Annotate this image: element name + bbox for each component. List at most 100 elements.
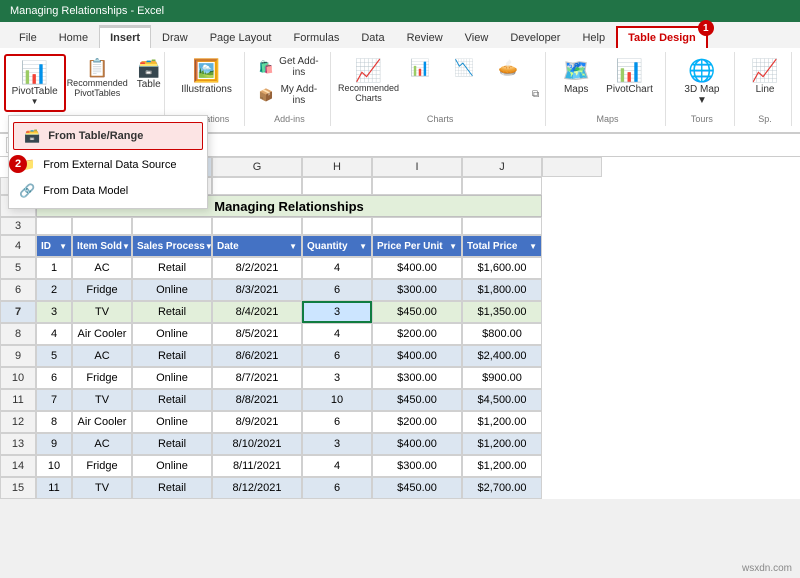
tab-table-design[interactable]: Table Design 1 (616, 26, 708, 48)
tab-page-layout[interactable]: Page Layout (199, 27, 283, 48)
cell-6-ppu[interactable]: $300.00 (372, 279, 462, 301)
dropdown-item-from-table[interactable]: 🗃️ From Table/Range (13, 122, 203, 150)
ppu-dropdown-arrow[interactable]: ▼ (449, 242, 457, 251)
cell-12-date[interactable]: 8/9/2021 (212, 411, 302, 433)
cell-6-tp[interactable]: $1,800.00 (462, 279, 542, 301)
table-header-tp[interactable]: Total Price ▼ (462, 235, 542, 257)
cell-5-qty[interactable]: 4 (302, 257, 372, 279)
tab-insert[interactable]: Insert (99, 25, 151, 48)
cell-13-ppu[interactable]: $400.00 (372, 433, 462, 455)
date-dropdown-arrow[interactable]: ▼ (289, 242, 297, 251)
cell-7-sales[interactable]: Retail (132, 301, 212, 323)
table-header-date[interactable]: Date ▼ (212, 235, 302, 257)
cell-11-ppu[interactable]: $450.00 (372, 389, 462, 411)
pivottable-button[interactable]: 📊 PivotTable ▼ (4, 54, 66, 112)
cell-j3[interactable] (462, 217, 542, 235)
cell-12-item[interactable]: Air Cooler (72, 411, 132, 433)
table-button[interactable]: 🗃️ Table (129, 54, 169, 94)
tab-help[interactable]: Help (571, 27, 616, 48)
table-header-item[interactable]: Item Sold ▼ (72, 235, 132, 257)
cell-5-date[interactable]: 8/2/2021 (212, 257, 302, 279)
item-dropdown-arrow[interactable]: ▼ (122, 242, 130, 251)
cell-15-ppu[interactable]: $450.00 (372, 477, 462, 499)
cell-8-id[interactable]: 4 (36, 323, 72, 345)
tab-home[interactable]: Home (48, 27, 99, 48)
cell-5-sales[interactable]: Retail (132, 257, 212, 279)
cell-7-item[interactable]: TV (72, 301, 132, 323)
cell-13-date[interactable]: 8/10/2021 (212, 433, 302, 455)
cell-5-item[interactable]: AC (72, 257, 132, 279)
cell-13-qty[interactable]: 3 (302, 433, 372, 455)
cell-g1[interactable] (212, 177, 302, 195)
cell-12-sales[interactable]: Online (132, 411, 212, 433)
cell-14-ppu[interactable]: $300.00 (372, 455, 462, 477)
my-addins-button[interactable]: 📦 My Add-ins (255, 82, 324, 108)
cell-11-item[interactable]: TV (72, 389, 132, 411)
maps-button[interactable]: 🗺️ Maps (556, 54, 596, 99)
tab-developer[interactable]: Developer (499, 27, 571, 48)
cell-8-qty[interactable]: 4 (302, 323, 372, 345)
cell-h3[interactable] (302, 217, 372, 235)
table-header-ppu[interactable]: Price Per Unit ▼ (372, 235, 462, 257)
tab-draw[interactable]: Draw (151, 27, 199, 48)
tab-formulas[interactable]: Formulas (283, 27, 351, 48)
cell-10-id[interactable]: 6 (36, 367, 72, 389)
cell-15-qty[interactable]: 6 (302, 477, 372, 499)
cell-j1[interactable] (462, 177, 542, 195)
cell-11-id[interactable]: 7 (36, 389, 72, 411)
cell-7-date[interactable]: 8/4/2021 (212, 301, 302, 323)
cell-10-ppu[interactable]: $300.00 (372, 367, 462, 389)
cell-5-tp[interactable]: $1,600.00 (462, 257, 542, 279)
cell-9-id[interactable]: 5 (36, 345, 72, 367)
table-header-id[interactable]: ID ▼ (36, 235, 72, 257)
tab-file[interactable]: File (8, 27, 48, 48)
cell-14-item[interactable]: Fridge (72, 455, 132, 477)
cell-8-tp[interactable]: $800.00 (462, 323, 542, 345)
cell-e3[interactable] (72, 217, 132, 235)
cell-10-tp[interactable]: $900.00 (462, 367, 542, 389)
cell-13-tp[interactable]: $1,200.00 (462, 433, 542, 455)
cell-15-id[interactable]: 11 (36, 477, 72, 499)
cell-6-date[interactable]: 8/3/2021 (212, 279, 302, 301)
cell-g3[interactable] (212, 217, 302, 235)
id-dropdown-arrow[interactable]: ▼ (59, 242, 67, 251)
cell-7-ppu[interactable]: $450.00 (372, 301, 462, 323)
cell-9-qty[interactable]: 6 (302, 345, 372, 367)
cell-6-id[interactable]: 2 (36, 279, 72, 301)
threed-map-button[interactable]: 🌐 3D Map ▼ (676, 54, 728, 110)
cell-14-date[interactable]: 8/11/2021 (212, 455, 302, 477)
cell-12-ppu[interactable]: $200.00 (372, 411, 462, 433)
table-header-sales[interactable]: Sales Process ▼ (132, 235, 212, 257)
tab-data[interactable]: Data (350, 27, 395, 48)
cell-7-tp[interactable]: $1,350.00 (462, 301, 542, 323)
recommended-charts-button[interactable]: 📈 Recommended Charts (341, 54, 396, 108)
cell-9-item[interactable]: AC (72, 345, 132, 367)
tab-review[interactable]: Review (396, 27, 454, 48)
cell-d3[interactable] (36, 217, 72, 235)
cell-6-qty[interactable]: 6 (302, 279, 372, 301)
cell-10-qty[interactable]: 3 (302, 367, 372, 389)
line-sparkline-button[interactable]: 📈 Line (745, 54, 785, 99)
pie-charts-button[interactable]: 🥧 (488, 54, 528, 82)
line-charts-button[interactable]: 📉 (444, 54, 484, 82)
cell-h1[interactable] (302, 177, 372, 195)
recommended-pivottables-button[interactable]: 📋 Recommended PivotTables (70, 54, 125, 103)
cell-11-tp[interactable]: $4,500.00 (462, 389, 542, 411)
cell-9-sales[interactable]: Retail (132, 345, 212, 367)
cell-14-id[interactable]: 10 (36, 455, 72, 477)
tp-dropdown-arrow[interactable]: ▼ (529, 242, 537, 251)
cell-14-qty[interactable]: 4 (302, 455, 372, 477)
cell-13-item[interactable]: AC (72, 433, 132, 455)
illustrations-button[interactable]: 🖼️ Illustrations (175, 54, 238, 99)
cell-10-date[interactable]: 8/7/2021 (212, 367, 302, 389)
cell-5-id[interactable]: 1 (36, 257, 72, 279)
cell-15-item[interactable]: TV (72, 477, 132, 499)
cell-9-date[interactable]: 8/6/2021 (212, 345, 302, 367)
cell-7-id[interactable]: 3 (36, 301, 72, 323)
cell-9-ppu[interactable]: $400.00 (372, 345, 462, 367)
cell-5-ppu[interactable]: $400.00 (372, 257, 462, 279)
cell-12-qty[interactable]: 6 (302, 411, 372, 433)
cell-13-id[interactable]: 9 (36, 433, 72, 455)
cell-11-date[interactable]: 8/8/2021 (212, 389, 302, 411)
cell-f3[interactable] (132, 217, 212, 235)
